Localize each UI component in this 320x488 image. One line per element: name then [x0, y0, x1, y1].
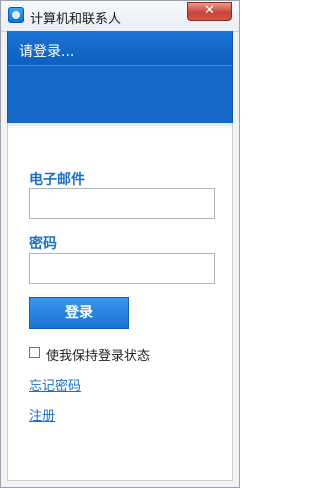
forgot-password-link[interactable]: 忘记密码	[29, 375, 81, 394]
header-strip: 请登录...	[8, 31, 232, 65]
panel-shade	[8, 123, 232, 129]
header-divider	[8, 65, 232, 66]
remember-me-label[interactable]: 使我保持登录状态	[46, 345, 150, 364]
login-form-panel: 电子邮件 密码 登录 使我保持登录状态 忘记密码 注册	[7, 123, 233, 481]
remember-me-checkbox[interactable]	[29, 347, 40, 358]
close-icon: ✕	[204, 3, 215, 18]
password-label: 密码	[29, 236, 57, 252]
login-window: 计算机和联系人 ✕ 请登录... 电子邮件 密码 登录 使我保持登录状态 忘记密…	[0, 0, 240, 488]
register-link[interactable]: 注册	[29, 405, 55, 424]
header-panel: 请登录...	[7, 31, 233, 123]
email-label: 电子邮件	[29, 172, 85, 188]
login-button[interactable]: 登录	[29, 297, 129, 329]
title-bar[interactable]: 计算机和联系人 ✕	[1, 1, 239, 32]
password-field[interactable]	[29, 253, 215, 284]
close-button[interactable]: ✕	[187, 2, 232, 21]
teamviewer-icon	[8, 7, 24, 23]
window-title: 计算机和联系人	[30, 12, 122, 27]
email-field[interactable]	[29, 188, 215, 219]
login-prompt: 请登录...	[19, 44, 75, 60]
